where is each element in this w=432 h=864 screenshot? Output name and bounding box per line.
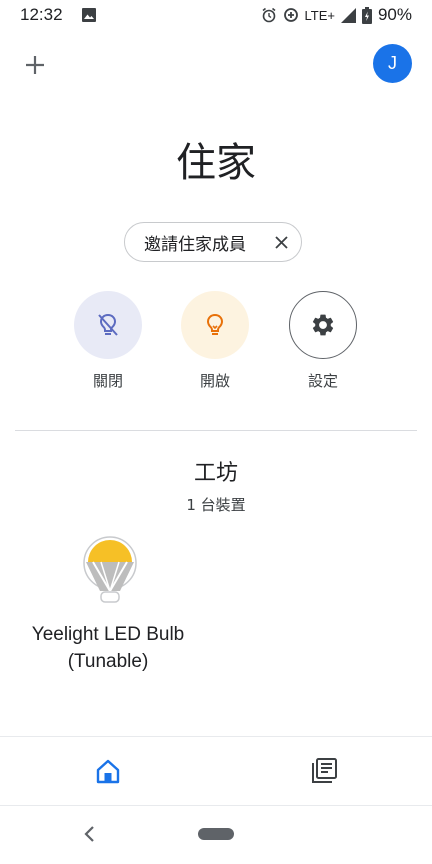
page-title: 住家 <box>176 140 256 186</box>
account-avatar[interactable]: J <box>373 44 412 83</box>
feed-icon[interactable] <box>310 757 338 785</box>
settings-action[interactable]: 設定 <box>288 291 358 391</box>
turn-off-button[interactable] <box>74 291 142 359</box>
turn-on-button[interactable] <box>181 291 249 359</box>
status-icons: LTE+ 90% <box>261 5 412 25</box>
close-icon[interactable] <box>274 235 289 250</box>
home-icon[interactable] <box>94 757 122 785</box>
signal-icon <box>340 7 356 23</box>
light-off-icon <box>98 313 118 336</box>
light-on-icon <box>206 313 224 335</box>
room-title: 工坊 <box>193 461 238 486</box>
invite-members-chip[interactable]: 邀請住家成員 <box>124 222 302 262</box>
data-saver-icon <box>283 8 298 22</box>
system-home-pill[interactable] <box>198 828 234 840</box>
network-type: LTE+ <box>304 7 335 23</box>
bottom-nav <box>0 736 432 806</box>
status-bar: 12:32 LTE+ 90% <box>0 0 432 32</box>
device-name: Yeelight LED Bulb (Tunable) <box>15 621 201 675</box>
plus-icon <box>26 56 44 74</box>
status-time: 12:32 <box>20 5 63 24</box>
settings-button[interactable] <box>289 291 357 359</box>
back-icon[interactable] <box>82 824 98 844</box>
room-device-count: 1 台裝置 <box>186 496 246 514</box>
turn-off-action[interactable]: 關閉 <box>73 291 143 391</box>
add-button[interactable] <box>20 50 50 80</box>
device-tile[interactable]: Yeelight LED Bulb (Tunable) <box>15 534 201 679</box>
divider <box>15 430 417 431</box>
bulb-icon <box>83 536 137 603</box>
invite-chip-label: 邀請住家成員 <box>144 234 246 255</box>
device-name-line2: (Tunable) <box>67 651 149 672</box>
battery-percent: 90% <box>377 5 412 24</box>
turn-on-label: 開啟 <box>199 372 230 390</box>
turn-on-action[interactable]: 開啟 <box>180 291 250 391</box>
turn-off-label: 關閉 <box>92 372 123 390</box>
battery-icon <box>361 6 372 24</box>
settings-label: 設定 <box>307 372 338 390</box>
gear-icon <box>312 314 334 336</box>
device-name-line1: Yeelight LED Bulb <box>31 624 185 645</box>
alarm-icon <box>262 7 275 23</box>
photo-icon <box>82 8 96 22</box>
